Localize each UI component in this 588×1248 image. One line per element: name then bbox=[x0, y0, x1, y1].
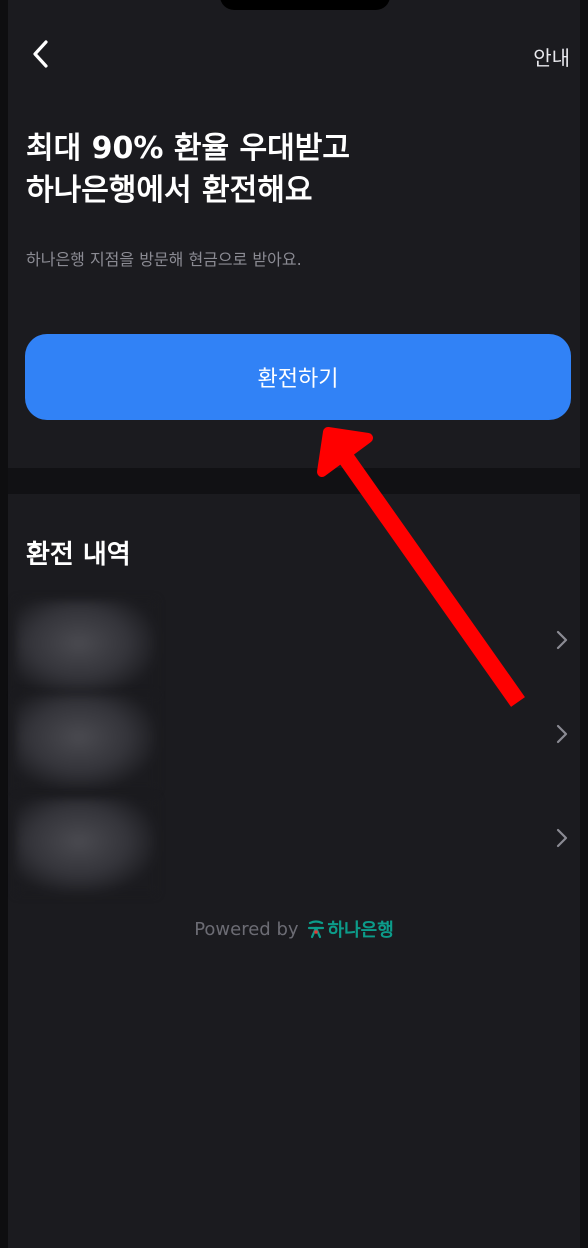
blurred-content bbox=[16, 798, 156, 894]
powered-by-label: Powered by bbox=[194, 918, 299, 940]
exchange-button[interactable]: 환전하기 bbox=[25, 334, 571, 420]
hana-bank-logo-icon bbox=[307, 920, 324, 939]
guide-button[interactable]: 안내 bbox=[533, 42, 570, 71]
page-title: 최대 90% 환율 우대받고 하나은행에서 환전해요 bbox=[26, 131, 350, 208]
back-button[interactable] bbox=[22, 36, 58, 72]
chevron-right-icon bbox=[556, 724, 568, 744]
powered-by: Powered by 하나은행 bbox=[8, 916, 580, 942]
bank-name: 하나은행 bbox=[327, 920, 394, 941]
section-divider bbox=[8, 468, 580, 494]
history-item[interactable] bbox=[8, 600, 580, 696]
chevron-right-icon bbox=[556, 828, 568, 848]
page-subtitle: 하나은행 지점을 방문해 현금으로 받아요. bbox=[26, 250, 302, 269]
history-item[interactable] bbox=[8, 694, 580, 790]
chevron-right-icon bbox=[556, 630, 568, 650]
app-screen: 안내 최대 90% 환율 우대받고 하나은행에서 환전해요 하나은행 지점을 방… bbox=[8, 0, 580, 1248]
blurred-content bbox=[16, 694, 156, 790]
chevron-left-icon bbox=[33, 40, 48, 68]
bank-logo: 하나은행 bbox=[307, 916, 394, 942]
device-notch bbox=[220, 0, 390, 10]
history-item[interactable] bbox=[8, 798, 580, 894]
blurred-content bbox=[16, 600, 156, 696]
history-title: 환전 내역 bbox=[26, 540, 131, 570]
